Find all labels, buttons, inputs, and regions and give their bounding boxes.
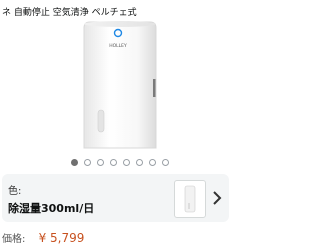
carousel-dots[interactable] (0, 159, 240, 169)
price-row: 価格: ¥ 5,799 (2, 230, 84, 245)
carousel-dot[interactable] (162, 159, 169, 166)
carousel-dot[interactable] (110, 159, 117, 166)
product-image[interactable]: HOLLEY (0, 20, 240, 150)
carousel-dot[interactable] (149, 159, 156, 166)
carousel-dot[interactable] (136, 159, 143, 166)
variant-selector[interactable]: 色: 除湿量300ml/日 (2, 174, 229, 222)
chevron-right-icon (213, 191, 222, 205)
variant-thumbnail (174, 180, 206, 218)
carousel-dot[interactable] (123, 159, 130, 166)
side-vent (153, 79, 156, 97)
variant-label: 色: (8, 186, 22, 197)
water-level-window (97, 109, 105, 133)
carousel-dot[interactable] (84, 159, 91, 166)
device-brand-logo: HOLLEY (109, 43, 127, 49)
carousel-dot[interactable] (97, 159, 104, 166)
carousel-dot[interactable] (71, 159, 78, 166)
product-title: ネ 自動停止 空気清浄 ペルチェ式 (2, 8, 137, 18)
variant-value: 除湿量300ml/日 (8, 202, 95, 215)
price-value: ¥ 5,799 (38, 231, 85, 245)
